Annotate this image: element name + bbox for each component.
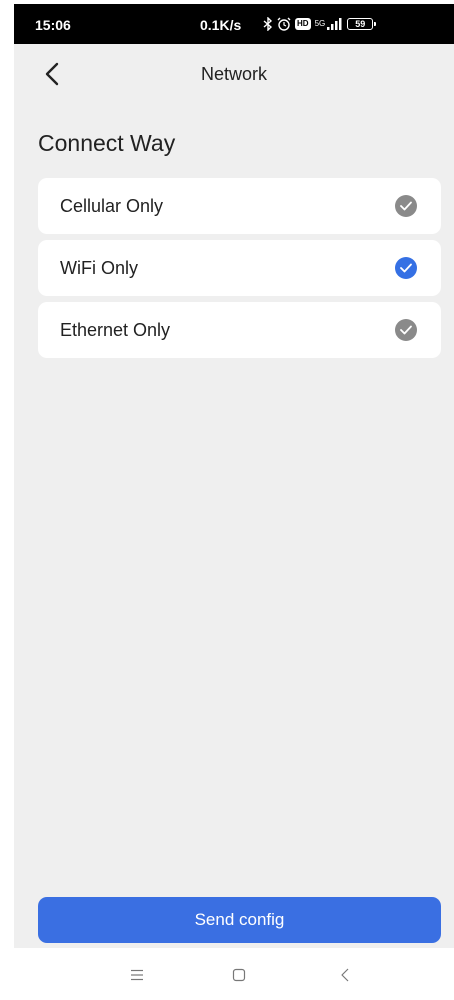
status-icons: HD 5G 59	[263, 14, 377, 34]
app-screen: 15:06 0.1K/s HD 5G 59 Network Connect Wa…	[14, 4, 454, 1000]
send-config-button[interactable]: Send config	[38, 897, 441, 943]
system-nav-bar	[14, 948, 454, 1000]
check-circle-selected-icon	[395, 257, 417, 279]
signal-icon	[327, 18, 343, 30]
hd-icon: HD	[295, 18, 311, 30]
network-type: 5G	[314, 19, 326, 28]
section-title: Connect Way	[38, 130, 176, 156]
option-label: Cellular Only	[60, 196, 164, 216]
status-bar: 15:06 0.1K/s HD 5G 59	[14, 4, 454, 44]
option-ethernet-only[interactable]: Ethernet Only	[38, 302, 441, 358]
battery-icon: 59	[347, 18, 377, 30]
option-cellular-only[interactable]: Cellular Only	[38, 178, 441, 234]
menu-icon[interactable]	[124, 962, 150, 988]
option-wifi-only[interactable]: WiFi Only	[38, 240, 441, 296]
home-square-icon[interactable]	[226, 962, 252, 988]
option-label: Ethernet Only	[60, 320, 171, 340]
page-title: Network	[200, 64, 267, 84]
status-net-speed: 0.1K/s	[200, 17, 242, 33]
status-time: 15:06	[35, 17, 71, 33]
check-circle-icon	[395, 195, 417, 217]
back-chevron-icon[interactable]	[332, 962, 358, 988]
option-label: WiFi Only	[60, 258, 138, 278]
check-circle-icon	[395, 319, 417, 341]
alarm-icon	[277, 17, 291, 31]
bluetooth-icon	[263, 17, 273, 31]
